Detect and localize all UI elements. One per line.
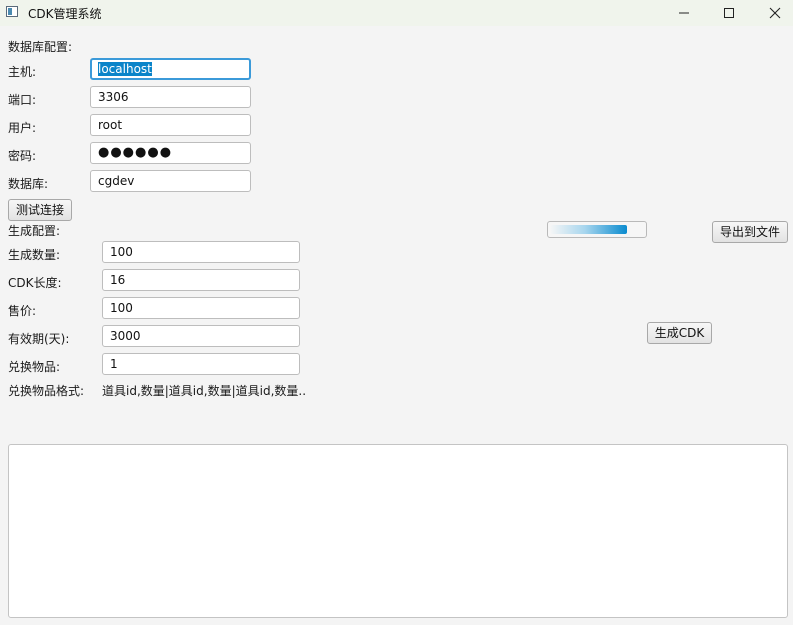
export-progress-bar	[547, 221, 647, 238]
title-bar: CDK管理系统	[0, 0, 793, 26]
items-input[interactable]: 1	[102, 353, 300, 375]
output-log-textarea[interactable]	[8, 444, 788, 618]
maximize-button[interactable]	[706, 0, 752, 26]
items-label: 兑换物品:	[8, 360, 61, 374]
host-label: 主机:	[8, 65, 37, 79]
gen-section-label: 生成配置:	[8, 224, 61, 238]
port-label: 端口:	[8, 93, 37, 107]
cdk-length-label: CDK长度:	[8, 276, 62, 290]
minimize-icon	[679, 12, 689, 14]
user-label: 用户:	[8, 121, 37, 135]
validity-input[interactable]: 3000	[102, 325, 300, 347]
maximize-icon	[724, 8, 734, 18]
items-format-hint: 道具id,数量|道具id,数量|道具id,数量..	[102, 384, 307, 398]
close-button[interactable]	[752, 0, 793, 26]
database-input[interactable]: cgdev	[90, 170, 251, 192]
user-input[interactable]: root	[90, 114, 251, 136]
cdk-length-input[interactable]: 16	[102, 269, 300, 291]
test-connection-button[interactable]: 测试连接	[8, 199, 72, 221]
minimize-button[interactable]	[661, 0, 707, 26]
validity-label: 有效期(天):	[8, 332, 70, 346]
price-label: 售价:	[8, 304, 37, 318]
items-format-label: 兑换物品格式:	[8, 384, 85, 398]
count-input[interactable]: 100	[102, 241, 300, 263]
price-input[interactable]: 100	[102, 297, 300, 319]
window-title: CDK管理系统	[28, 7, 102, 21]
app-window-icon	[6, 6, 18, 17]
password-input[interactable]: ●●●●●●	[90, 142, 251, 164]
count-label: 生成数量:	[8, 248, 61, 262]
host-input[interactable]: localhost	[90, 58, 251, 80]
close-icon	[769, 7, 781, 19]
export-to-file-button[interactable]: 导出到文件	[712, 221, 788, 243]
generate-cdk-button[interactable]: 生成CDK	[647, 322, 712, 344]
password-label: 密码:	[8, 149, 37, 163]
database-label: 数据库:	[8, 177, 49, 191]
db-section-label: 数据库配置:	[8, 40, 73, 54]
host-input-value: localhost	[98, 62, 152, 76]
port-input[interactable]: 3306	[90, 86, 251, 108]
export-progress-fill	[550, 225, 627, 234]
